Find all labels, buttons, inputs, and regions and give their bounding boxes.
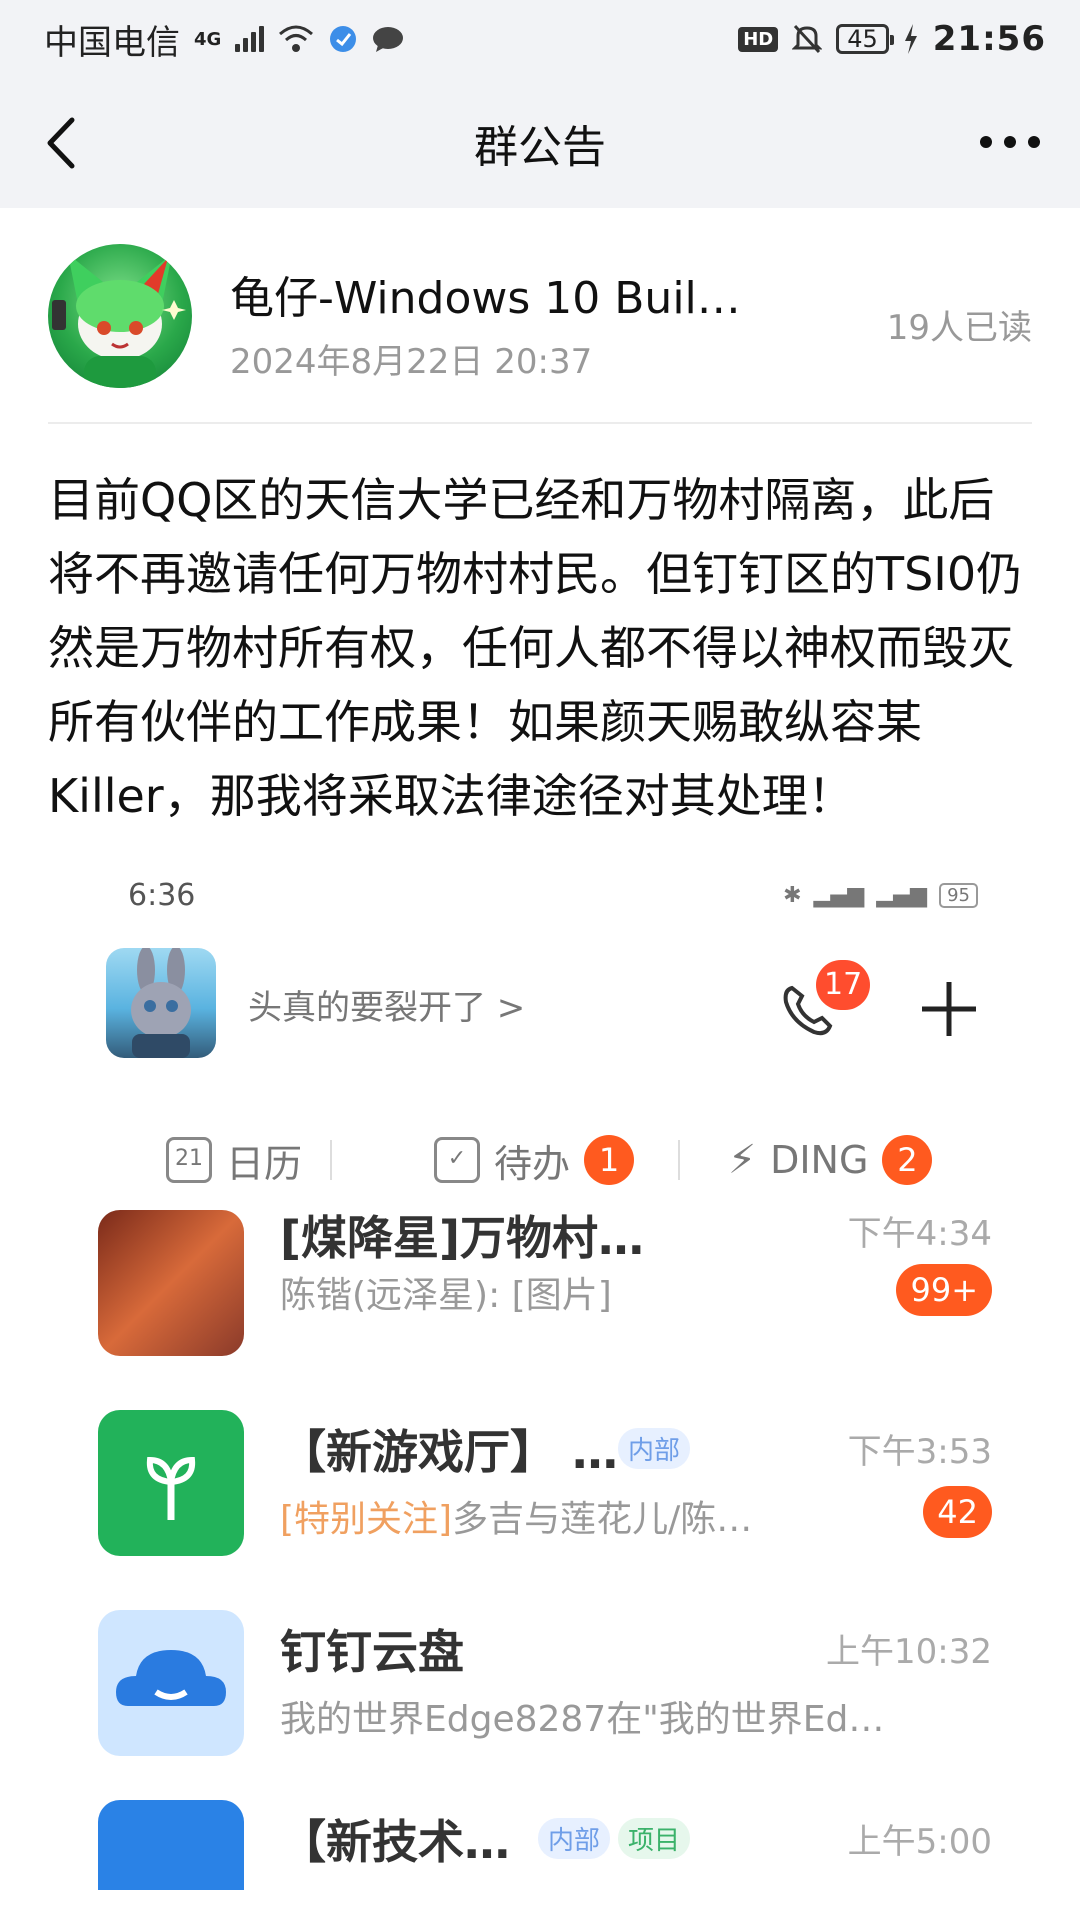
list-item: 钉钉云盘 上午10:32 我的世界Edge8287在"我的世界Ed… bbox=[48, 1610, 1032, 1790]
nav-bar: 群公告 bbox=[0, 78, 1080, 208]
tab-ding: ⚡ DING 2 bbox=[728, 1135, 933, 1185]
tab-badge: 1 bbox=[584, 1135, 635, 1185]
cloud-disk-icon bbox=[98, 1610, 244, 1756]
read-count[interactable]: 19人已读 bbox=[887, 300, 1032, 349]
more-horizontal-icon[interactable] bbox=[980, 130, 1040, 154]
network-type: 4G bbox=[194, 28, 222, 50]
chat-subtitle: [特别关注]多吉与莲花儿/陈… bbox=[280, 1490, 752, 1542]
screenshot-status-bar: 6:36 ✱ ▂▄▆ ▂▄▆ 95 bbox=[48, 860, 1032, 930]
bluetooth-icon: ✱ bbox=[783, 882, 802, 908]
author-name[interactable]: 龟仔-Windows 10 Buil… bbox=[230, 262, 741, 326]
plus-icon bbox=[922, 982, 976, 1036]
tab-label: DING bbox=[770, 1138, 869, 1182]
wifi-icon bbox=[279, 25, 314, 52]
signal-icon: ▂▄▆ bbox=[876, 882, 928, 908]
internal-tag: 内部 bbox=[618, 1428, 691, 1469]
tab-calendar: 21 日历 bbox=[166, 1133, 302, 1188]
screenshot-status-icons: ✱ ▂▄▆ ▂▄▆ 95 bbox=[783, 882, 978, 908]
chat-title: 【新技术… bbox=[280, 1815, 510, 1869]
unread-badge: 42 bbox=[923, 1486, 992, 1538]
list-item: 【新技术… 内部 项目 上午5:00 bbox=[48, 1800, 1032, 1890]
chat-title: 【新游戏厅】 … bbox=[280, 1425, 619, 1479]
announcement-header: 龟仔-Windows 10 Buil… 2024年8月22日 20:37 19人… bbox=[48, 240, 1032, 390]
signal-icon: ▂▄▆ bbox=[813, 882, 865, 908]
tab-label: 日历 bbox=[226, 1141, 303, 1186]
chat-subtitle-text: 多吉与莲花儿/陈… bbox=[452, 1499, 753, 1540]
attached-screenshot[interactable]: 6:36 ✱ ▂▄▆ ▂▄▆ 95 头真的要裂开了 > 17 21 日历 ✓ 待… bbox=[48, 860, 1032, 1890]
calendar-icon: 21 bbox=[166, 1137, 212, 1183]
carrier-label: 中国电信 bbox=[44, 22, 180, 63]
screenshot-battery: 95 bbox=[939, 882, 978, 908]
mute-bell-icon bbox=[792, 24, 823, 54]
chat-time: 上午10:32 bbox=[826, 1632, 992, 1672]
tab-todo: ✓ 待办 1 bbox=[434, 1133, 635, 1188]
avatar[interactable] bbox=[48, 244, 192, 388]
chevron-left-icon[interactable] bbox=[40, 116, 84, 170]
message-icon bbox=[373, 27, 404, 52]
tab-separator bbox=[678, 1140, 680, 1180]
battery-indicator: 45 bbox=[836, 24, 894, 54]
chat-time: 下午4:34 bbox=[847, 1214, 992, 1254]
tab-badge: 2 bbox=[882, 1135, 933, 1185]
call-badge: 17 bbox=[816, 960, 871, 1010]
chat-subtitle: 我的世界Edge8287在"我的世界Ed… bbox=[280, 1699, 885, 1740]
internal-tag: 内部 bbox=[538, 1818, 611, 1859]
app-notification-icon bbox=[330, 26, 357, 52]
announcement-text: 目前QQ区的天信大学已经和万物村隔离，此后将不再邀请任何万物村村民。但钉钉区的T… bbox=[48, 473, 1023, 823]
sprout-icon bbox=[98, 1410, 244, 1556]
list-item: [煤降星]万物村… 下午4:34 陈锴(远泽星): [图片] 99+ bbox=[48, 1210, 1032, 1390]
tab-separator bbox=[330, 1140, 332, 1180]
signal-icon bbox=[235, 26, 265, 52]
special-follow-label: [特别关注] bbox=[280, 1499, 453, 1540]
chat-time: 下午3:53 bbox=[847, 1432, 992, 1472]
screenshot-tabs: 21 日历 ✓ 待办 1 ⚡ DING 2 bbox=[48, 1120, 1032, 1200]
post-date: 2024年8月22日 20:37 bbox=[230, 342, 593, 382]
lightning-icon: ⚡ bbox=[728, 1137, 757, 1183]
rabbit-avatar-icon bbox=[131, 946, 191, 1058]
charging-icon bbox=[904, 24, 917, 54]
chat-subtitle: 陈锴(远泽星): [图片] bbox=[280, 1275, 612, 1316]
chat-title: 钉钉云盘 bbox=[280, 1625, 464, 1679]
list-item: 【新游戏厅】 … 内部 下午3:53 [特别关注]多吉与莲花儿/陈… 42 bbox=[48, 1410, 1032, 1590]
checkbox-icon: ✓ bbox=[434, 1137, 480, 1183]
chat-time: 上午5:00 bbox=[847, 1822, 992, 1862]
page-title: 群公告 bbox=[474, 122, 606, 173]
avatar-character-icon bbox=[52, 254, 186, 388]
screenshot-time: 6:36 bbox=[128, 877, 196, 913]
divider bbox=[48, 422, 1032, 424]
status-bar: 中国电信 4G HD 45 21:56 bbox=[0, 0, 1080, 78]
status-right: HD 45 21:56 bbox=[738, 19, 1046, 59]
hd-badge: HD bbox=[738, 26, 779, 52]
chat-title: [煤降星]万物村… bbox=[280, 1211, 645, 1265]
user-status-text: 头真的要裂开了 > bbox=[248, 988, 526, 1028]
screenshot-header: 头真的要裂开了 > 17 bbox=[48, 940, 1032, 1070]
unread-badge: 99+ bbox=[896, 1264, 992, 1316]
tab-label: 待办 bbox=[494, 1141, 571, 1186]
avatar bbox=[106, 946, 216, 1058]
group-avatar bbox=[98, 1800, 244, 1890]
status-left: 中国电信 4G bbox=[44, 15, 404, 64]
project-tag: 项目 bbox=[618, 1818, 691, 1859]
group-avatar bbox=[98, 1210, 244, 1356]
clock: 21:56 bbox=[932, 19, 1046, 59]
